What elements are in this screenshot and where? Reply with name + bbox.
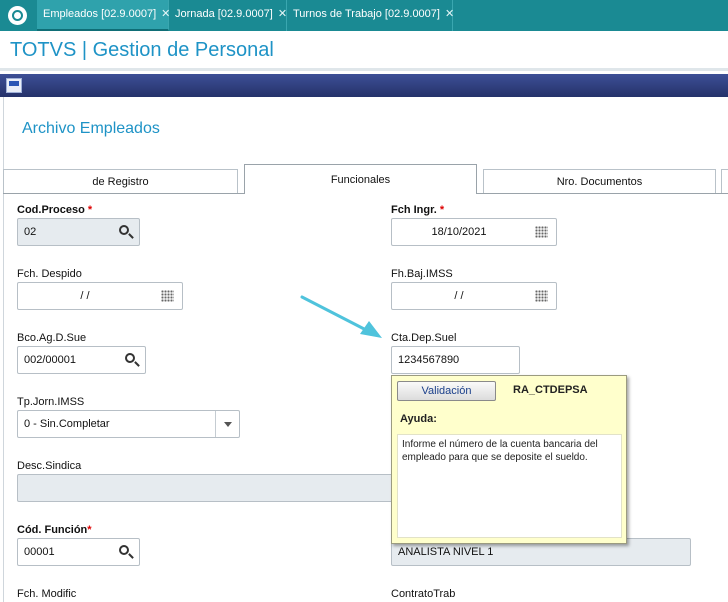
folder-tab-label: Funcionales — [330, 174, 391, 186]
tab-empleados[interactable]: Empleados [02.9.0007] ✕ — [37, 0, 170, 31]
fch-ingr-input[interactable]: 18/10/2021 — [391, 218, 557, 246]
totvs-logo-icon[interactable] — [8, 6, 27, 25]
cta-dep-suel-value: 1234567890 — [398, 354, 460, 366]
tp-jorn-imss-select[interactable]: 0 - Sin.Completar — [17, 410, 240, 438]
fch-despido-value: / / — [80, 290, 90, 302]
cod-funcion-input[interactable]: 00001 — [17, 538, 140, 566]
window-strip — [0, 74, 728, 97]
calendar-icon[interactable] — [535, 226, 548, 238]
close-icon[interactable]: ✕ — [278, 0, 287, 29]
cod-proceso-input[interactable]: 02 — [17, 218, 140, 246]
cod-proceso-value: 02 — [24, 226, 37, 238]
help-popup: Validación RA_CTDEPSA Ayuda: Informe el … — [391, 375, 627, 544]
calendar-icon[interactable] — [161, 290, 174, 302]
folder-tab-funcionales[interactable]: Funcionales — [244, 164, 477, 194]
window-icon[interactable] — [6, 78, 22, 93]
fch-modific-label: Fch. Modific — [17, 588, 77, 600]
annotation-arrow-icon — [300, 295, 382, 338]
cod-funcion-value: 00001 — [24, 546, 55, 558]
app-header: TOTVS | Gestion de Personal — [0, 31, 728, 71]
folder-tab-label: Nro. Documentos — [556, 176, 643, 188]
bco-ag-sue-value: 002/00001 — [24, 354, 76, 366]
calendar-icon[interactable] — [535, 290, 548, 302]
top-tab-bar: Empleados [02.9.0007] ✕ Jornada [02.9.000… — [0, 0, 728, 31]
folder-tab-documentos[interactable]: Nro. Documentos — [483, 169, 716, 194]
tab-turnos-label: Turnos de Trabajo [02.9.0007] — [293, 8, 440, 20]
fch-ingr-label: Fch Ingr. * — [391, 204, 445, 216]
close-icon[interactable]: ✕ — [445, 0, 454, 29]
cod-funcion-label: Cód. Función* — [17, 524, 92, 536]
form-title: Archivo Empleados — [22, 120, 160, 137]
desc-sindica-input — [17, 474, 397, 502]
fh-baj-imss-label: Fh.Baj.IMSS — [391, 268, 453, 280]
tab-jornada[interactable]: Jornada [02.9.0007] ✕ — [169, 0, 287, 31]
fh-baj-imss-input[interactable]: / / — [391, 282, 557, 310]
folder-tab-label: de Registro — [92, 176, 149, 188]
tab-turnos[interactable]: Turnos de Trabajo [02.9.0007] ✕ — [287, 0, 454, 31]
folder-tab-more[interactable] — [721, 169, 728, 194]
desc-sindica-label: Desc.Sindica — [17, 460, 82, 472]
help-field-name: RA_CTDEPSA — [513, 384, 588, 396]
tab-jornada-label: Jornada [02.9.0007] — [175, 8, 273, 20]
fch-despido-input[interactable]: / / — [17, 282, 183, 310]
search-icon[interactable] — [125, 353, 135, 363]
app-title: TOTVS | Gestion de Personal — [10, 39, 274, 61]
fh-baj-imss-value: / / — [454, 290, 464, 302]
validacion-button[interactable]: Validación — [397, 381, 496, 401]
cta-dep-suel-input[interactable]: 1234567890 — [391, 346, 520, 374]
fch-despido-label: Fch. Despido — [17, 268, 82, 280]
chevron-down-icon[interactable] — [215, 411, 239, 437]
desc-funcion-value: ANALISTA NIVEL 1 — [398, 546, 494, 558]
folder-tab-registro[interactable]: de Registro — [3, 169, 238, 194]
search-icon[interactable] — [119, 545, 129, 555]
cta-dep-suel-label: Cta.Dep.Suel — [391, 332, 457, 344]
help-text: Informe el número de la cuenta bancaria … — [397, 434, 622, 538]
search-icon[interactable] — [119, 225, 129, 235]
bco-ag-sue-input[interactable]: 002/00001 — [17, 346, 146, 374]
tp-jorn-imss-label: Tp.Jorn.IMSS — [17, 396, 85, 408]
bco-ag-sue-label: Bco.Ag.D.Sue — [17, 332, 87, 344]
contrato-trab-label: ContratoTrab — [391, 588, 456, 600]
tp-jorn-imss-value: 0 - Sin.Completar — [24, 418, 110, 430]
cod-proceso-label: Cod.Proceso * — [17, 204, 93, 216]
help-subtitle: Ayuda: — [400, 413, 437, 425]
tab-empleados-label: Empleados [02.9.0007] — [43, 8, 157, 20]
fch-ingr-value: 18/10/2021 — [431, 226, 487, 238]
